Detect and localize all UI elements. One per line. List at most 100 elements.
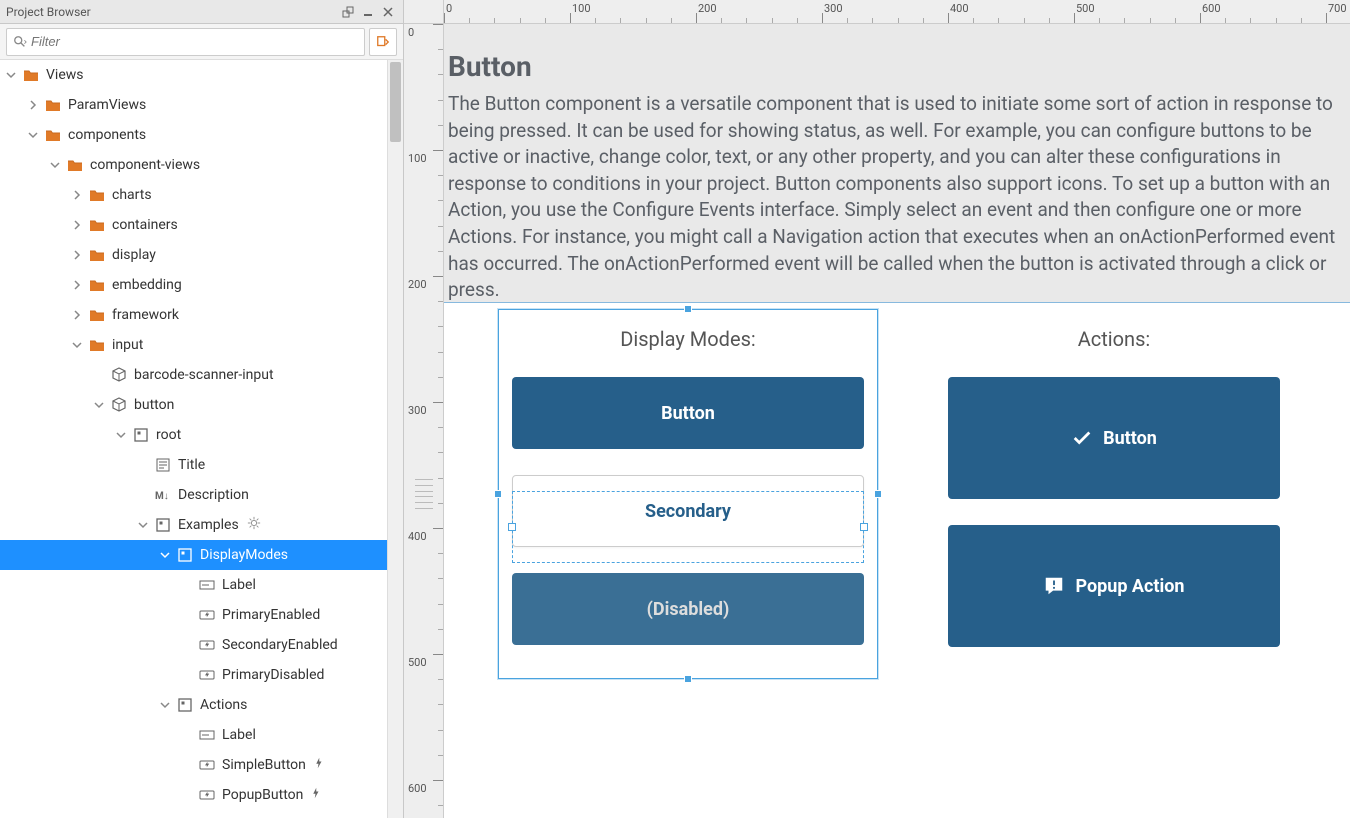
tree-item-label: button [134, 397, 174, 413]
tree-item-button[interactable]: button [0, 390, 387, 420]
md-icon: M↓ [154, 486, 172, 504]
tree-item-label: PrimaryEnabled [222, 607, 320, 623]
tree-item-charts[interactable]: charts [0, 180, 387, 210]
twisty-icon[interactable] [66, 180, 88, 210]
ruler-grip[interactable] [404, 474, 443, 514]
twisty-icon[interactable] [44, 150, 66, 180]
twisty-icon [176, 600, 198, 630]
tree-item-label[interactable]: Label [0, 720, 387, 750]
twisty-icon[interactable] [66, 300, 88, 330]
tree-item-root[interactable]: root [0, 420, 387, 450]
doc-header: Button The Button component is a versati… [448, 50, 1346, 304]
tree-scrollbar[interactable] [387, 60, 403, 818]
tree-item-views[interactable]: Views [0, 60, 387, 90]
tree-item-primarydisabled[interactable]: PrimaryDisabled [0, 660, 387, 690]
tree-item-label: containers [112, 217, 178, 233]
tree-item-label: Views [46, 67, 84, 83]
primary-button[interactable]: Button [512, 377, 864, 449]
tree-item-label: PopupButton [222, 787, 303, 803]
tree-item-actions[interactable]: Actions [0, 690, 387, 720]
tree-item-label: Examples [178, 517, 239, 533]
tree-item-examples[interactable]: Examples [0, 510, 387, 540]
alert-icon [1043, 575, 1065, 597]
component-description: The Button component is a versatile comp… [448, 91, 1346, 304]
ruler-vertical: 0100200300400500600 [404, 24, 444, 818]
panel-minimize-button[interactable] [359, 3, 377, 21]
tree-item-label: Label [222, 727, 256, 743]
tree-item-components[interactable]: components [0, 120, 387, 150]
twisty-icon[interactable] [66, 240, 88, 270]
tree-item-popupbutton[interactable]: PopupButton [0, 780, 387, 810]
examples-panel: Display Modes: Button Secondary (Disable… [444, 302, 1350, 818]
tree-item-label: ParamViews [68, 97, 146, 113]
tree-item-barcode-scanner-input[interactable]: barcode-scanner-input [0, 360, 387, 390]
secondary-button[interactable]: Secondary [512, 475, 864, 547]
container-icon [132, 426, 150, 444]
tree-item-simplebutton[interactable]: SimpleButton [0, 750, 387, 780]
panel-close-button[interactable] [379, 3, 397, 21]
folder-icon [44, 126, 62, 144]
twisty-icon[interactable] [110, 420, 132, 450]
button-icon [198, 756, 216, 774]
bolt-icon [314, 757, 326, 773]
design-canvas[interactable]: Button The Button component is a versati… [444, 24, 1350, 818]
tree-item-title[interactable]: Title [0, 450, 387, 480]
tree-item-label: SimpleButton [222, 757, 306, 773]
filter-box[interactable] [6, 28, 365, 56]
button-icon [198, 666, 216, 684]
button-icon [198, 786, 216, 804]
svg-text:M↓: M↓ [155, 491, 169, 502]
folder-icon [88, 336, 106, 354]
tree-item-label: Description [178, 487, 249, 503]
twisty-icon[interactable] [66, 210, 88, 240]
tree-item-label[interactable]: Label [0, 570, 387, 600]
twisty-icon[interactable] [154, 540, 176, 570]
scroll-thumb[interactable] [390, 62, 401, 142]
twisty-icon[interactable] [0, 60, 22, 90]
component-title: Button [448, 50, 1346, 83]
button-icon [198, 606, 216, 624]
tree-item-component-views[interactable]: component-views [0, 150, 387, 180]
label-icon [198, 576, 216, 594]
panel-dock-button[interactable] [339, 3, 357, 21]
ruler-horizontal: 0100200300400500600700 [444, 0, 1350, 24]
tree-item-primaryenabled[interactable]: PrimaryEnabled [0, 600, 387, 630]
project-browser-panel: Project Browser ViewsParamViewscomponent… [0, 0, 404, 818]
twisty-icon[interactable] [66, 330, 88, 360]
actions-column: Actions: Button Popup Action [934, 303, 1294, 818]
label-icon [198, 726, 216, 744]
tree-item-containers[interactable]: containers [0, 210, 387, 240]
check-icon [1071, 427, 1093, 449]
twisty-icon[interactable] [132, 510, 154, 540]
display-modes-column: Display Modes: Button Secondary (Disable… [498, 303, 878, 818]
tree-item-framework[interactable]: framework [0, 300, 387, 330]
tree-item-label: Title [178, 457, 205, 473]
tree-item-label: barcode-scanner-input [134, 367, 274, 383]
tree-item-label: display [112, 247, 156, 263]
twisty-icon[interactable] [22, 120, 44, 150]
popup-action-button[interactable]: Popup Action [948, 525, 1280, 647]
tree-item-secondaryenabled[interactable]: SecondaryEnabled [0, 630, 387, 660]
action-button[interactable]: Button [948, 377, 1280, 499]
tree-item-description[interactable]: M↓ Description [0, 480, 387, 510]
tree-item-label: embedding [112, 277, 182, 293]
tree-item-label: root [156, 427, 181, 443]
tree-item-display[interactable]: display [0, 240, 387, 270]
cube-icon [110, 366, 128, 384]
tree-item-label: framework [112, 307, 179, 323]
twisty-icon[interactable] [66, 270, 88, 300]
tree-item-paramviews[interactable]: ParamViews [0, 90, 387, 120]
cube-icon [110, 396, 128, 414]
tree-item-label: component-views [90, 157, 200, 173]
twisty-icon[interactable] [88, 390, 110, 420]
tree-item-input[interactable]: input [0, 330, 387, 360]
tree-item-embedding[interactable]: embedding [0, 270, 387, 300]
twisty-icon[interactable] [154, 690, 176, 720]
twisty-icon[interactable] [22, 90, 44, 120]
filter-input[interactable] [31, 34, 358, 49]
tree-item-displaymodes[interactable]: DisplayModes [0, 540, 387, 570]
twisty-icon [176, 750, 198, 780]
twisty-icon [88, 360, 110, 390]
project-tree[interactable]: Views ParamViews components component-views… [0, 60, 387, 818]
filter-options-button[interactable] [369, 28, 397, 56]
